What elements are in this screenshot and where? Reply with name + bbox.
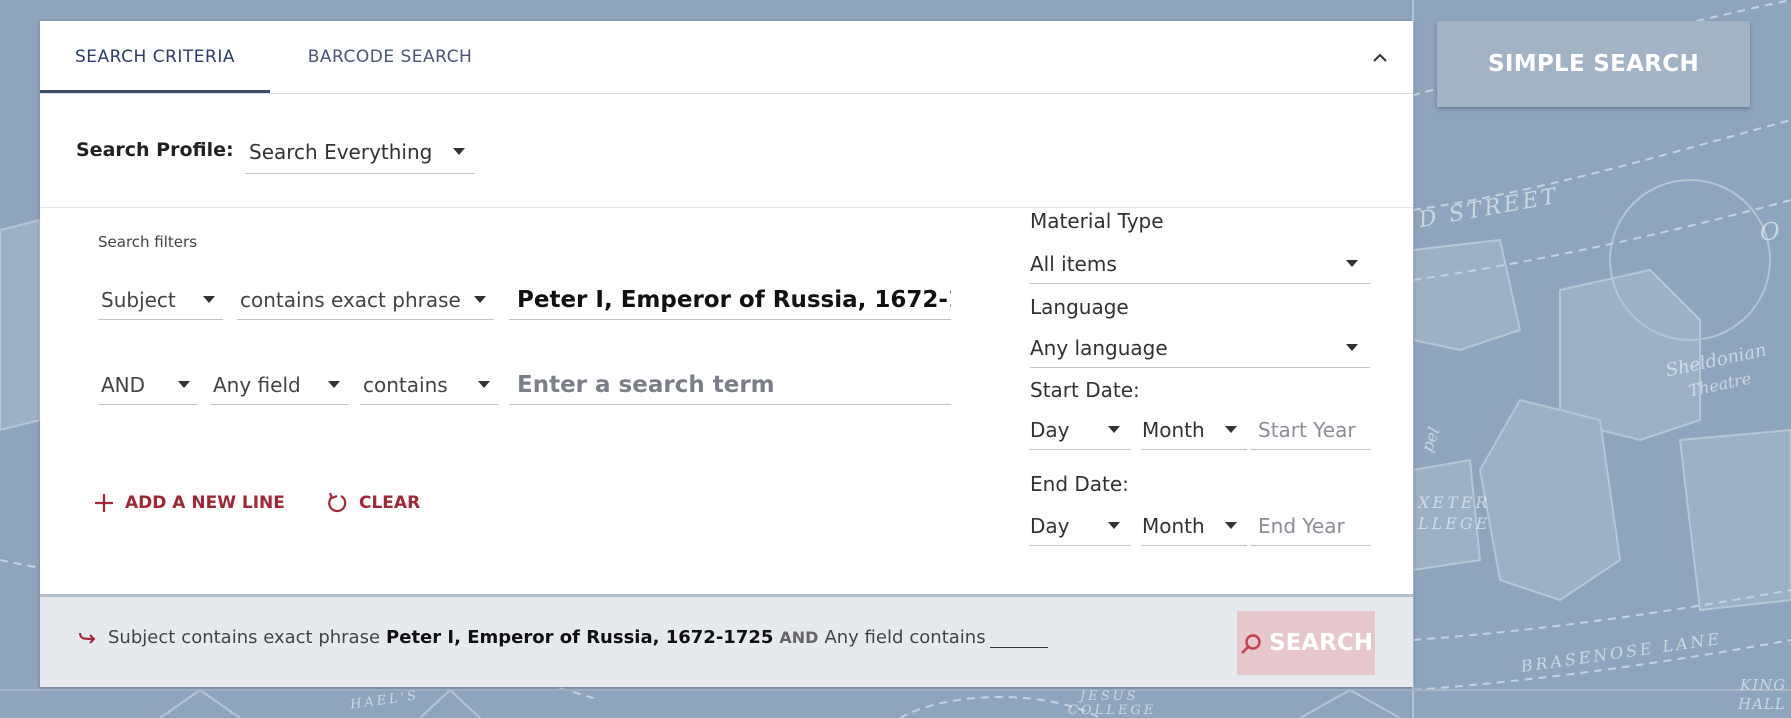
tab-bar: SEARCH CRITERIA BARCODE SEARCH	[40, 21, 1413, 93]
caret-down-icon	[1225, 426, 1237, 433]
start-day-value: Day	[1030, 418, 1070, 442]
caret-down-icon	[1346, 260, 1358, 267]
language-label: Language	[1030, 295, 1129, 319]
line2-boolean-select[interactable]: AND	[98, 365, 198, 405]
line1-field-value: Subject	[101, 288, 176, 312]
summary-boolean: AND	[779, 628, 819, 647]
arrow-right-icon	[79, 632, 96, 644]
add-new-line-label: ADD A NEW LINE	[125, 493, 285, 513]
start-day-select[interactable]: Day	[1030, 410, 1130, 450]
caret-down-icon	[328, 381, 340, 388]
summary-field2: Any field	[824, 627, 904, 648]
line2-boolean-value: AND	[101, 373, 146, 397]
caret-down-icon	[453, 148, 465, 155]
summary-field1: Subject	[108, 627, 176, 648]
summary-term1: Peter I, Emperor of Russia, 1672-1725	[386, 627, 774, 648]
caret-down-icon	[178, 381, 190, 388]
map-label-jesus-college: COLLEGE	[1068, 703, 1157, 718]
caret-down-icon	[1108, 426, 1120, 433]
line2-term-input[interactable]: Enter a search term	[509, 365, 951, 405]
search-profile-select[interactable]: Search Everything	[245, 130, 475, 174]
end-day-value: Day	[1030, 514, 1070, 538]
line2-field-select[interactable]: Any field	[210, 365, 348, 405]
plus-icon	[95, 494, 113, 512]
map-label-college: LLEGE	[1418, 514, 1491, 533]
map-label-kings: KING	[1740, 676, 1787, 694]
map-label-exeter: XETER	[1418, 493, 1491, 512]
chevron-up-icon[interactable]	[1369, 47, 1391, 69]
start-month-value: Month	[1142, 418, 1205, 442]
search-profile-value: Search Everything	[249, 140, 433, 164]
query-summary-bar: Subject contains exact phrase Peter I, Emp…	[40, 594, 1413, 687]
caret-down-icon	[203, 296, 215, 303]
language-value: Any language	[1030, 336, 1168, 360]
map-label-hall: HALL	[1738, 695, 1786, 713]
caret-down-icon	[474, 296, 486, 303]
caret-down-icon	[1225, 522, 1237, 529]
line1-field-select[interactable]: Subject	[98, 280, 223, 320]
caret-down-icon	[478, 381, 490, 388]
search-button[interactable]: SEARCH	[1237, 611, 1375, 675]
material-type-label: Material Type	[1030, 209, 1164, 233]
magnifier-icon	[1241, 633, 1261, 654]
search-profile-row: Search Profile: Search Everything	[40, 93, 1413, 208]
summary-operator2: contains	[909, 627, 986, 648]
add-new-line-button[interactable]: ADD A NEW LINE	[93, 488, 285, 518]
summary-blank-term	[989, 628, 1048, 648]
summary-operator1: contains exact phrase	[181, 627, 381, 648]
caret-down-icon	[1108, 522, 1120, 529]
search-button-label: SEARCH	[1269, 630, 1373, 656]
end-month-select[interactable]: Month	[1142, 506, 1247, 546]
start-month-select[interactable]: Month	[1142, 410, 1247, 450]
end-month-value: Month	[1142, 514, 1205, 538]
tab-search-criteria[interactable]: SEARCH CRITERIA	[40, 21, 270, 93]
search-panel: SEARCH CRITERIA BARCODE SEARCH Search Pr…	[40, 21, 1413, 687]
line2-operator-value: contains	[363, 373, 448, 397]
tab-barcode-search[interactable]: BARCODE SEARCH	[290, 21, 490, 93]
undo-icon	[328, 492, 347, 513]
end-day-select[interactable]: Day	[1030, 506, 1130, 546]
caret-down-icon	[1346, 344, 1358, 351]
start-date-label: Start Date:	[1030, 378, 1140, 402]
material-type-value: All items	[1030, 252, 1117, 276]
language-select[interactable]: Any language	[1030, 328, 1370, 368]
end-year-input[interactable]: End Year	[1250, 506, 1370, 546]
material-type-select[interactable]: All items	[1030, 244, 1370, 284]
simple-search-button[interactable]: SIMPLE SEARCH	[1437, 21, 1750, 107]
search-profile-label: Search Profile:	[76, 139, 234, 161]
map-label-o: O	[1760, 218, 1783, 246]
clear-label: CLEAR	[359, 493, 421, 513]
line1-operator-select[interactable]: contains exact phrase	[237, 280, 494, 320]
line1-operator-value: contains exact phrase	[240, 288, 461, 312]
clear-button[interactable]: CLEAR	[325, 488, 420, 518]
line1-term-input[interactable]: Peter I, Emperor of Russia, 1672-17	[509, 280, 951, 320]
line2-field-value: Any field	[213, 373, 301, 397]
start-year-input[interactable]: Start Year	[1250, 410, 1370, 450]
map-label-jesus: JESUS	[1080, 689, 1139, 704]
search-filters-label: Search filters	[98, 233, 198, 251]
end-date-label: End Date:	[1030, 472, 1129, 496]
query-summary: Subject contains exact phrase Peter I, Emp…	[78, 627, 1054, 648]
line2-operator-select[interactable]: contains	[360, 365, 498, 405]
